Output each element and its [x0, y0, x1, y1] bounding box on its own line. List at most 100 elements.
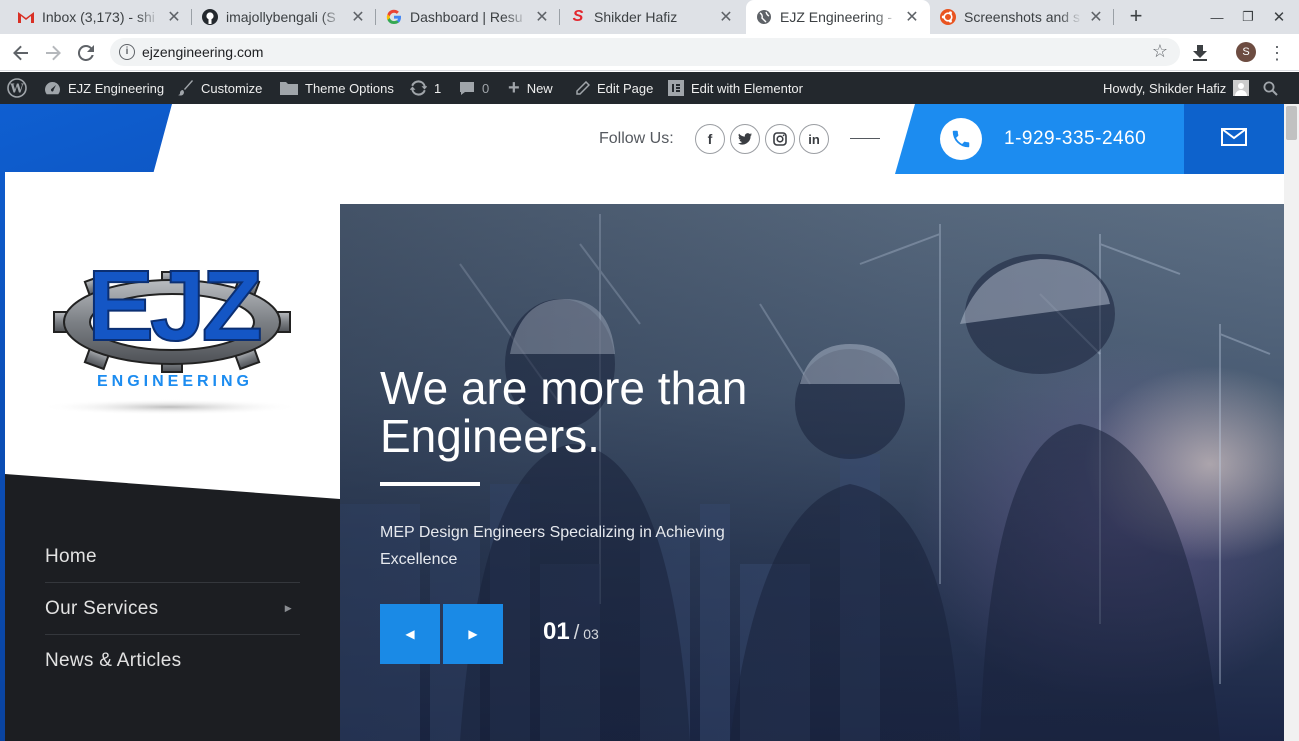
- download-icon[interactable]: [1186, 39, 1214, 67]
- scrollbar-thumb[interactable]: [1286, 106, 1297, 140]
- phone-number[interactable]: 1-929-335-2460: [1004, 128, 1146, 150]
- admin-edit-elementor-link[interactable]: Edit with Elementor: [668, 72, 803, 104]
- nav-item-home[interactable]: Home: [45, 531, 300, 583]
- close-icon[interactable]: ✕: [350, 7, 366, 27]
- forward-icon[interactable]: [39, 39, 67, 67]
- hero-subtitle: MEP Design Engineers Specializing in Ach…: [380, 524, 725, 568]
- admin-customize-label: Customize: [201, 80, 263, 96]
- hero-title: We are more than Engineers.: [380, 362, 748, 462]
- admin-edit-page-label: Edit Page: [597, 80, 654, 96]
- pencil-icon: [575, 80, 590, 96]
- slide-counter: 01/03: [543, 618, 599, 646]
- slide-total: 03: [583, 626, 599, 642]
- window-close-icon[interactable]: ✕: [1264, 0, 1294, 34]
- browser-tab-shikder[interactable]: S Shikder Hafiz ✕: [560, 0, 744, 34]
- admin-account-link[interactable]: Howdy, Shikder Hafiz: [1103, 72, 1250, 104]
- comment-bubble-icon: [459, 81, 475, 96]
- browser-tab-dashboard[interactable]: Dashboard | Resu ✕: [376, 0, 560, 34]
- url-text: ejzengineering.com: [142, 44, 264, 60]
- admin-theme-options-link[interactable]: Theme Options: [280, 72, 394, 104]
- admin-theme-options-label: Theme Options: [305, 80, 394, 96]
- instagram-icon[interactable]: [765, 124, 795, 154]
- plus-icon: +: [508, 76, 520, 99]
- hero-divider: [380, 482, 480, 486]
- address-bar[interactable]: i ejzengineering.com ☆: [110, 38, 1180, 66]
- close-icon[interactable]: ✕: [534, 7, 550, 27]
- new-tab-button[interactable]: +: [1124, 4, 1148, 30]
- admin-new-link[interactable]: + New: [508, 72, 553, 104]
- triangle-left-icon: ◀: [405, 627, 415, 641]
- minimize-icon[interactable]: —: [1202, 0, 1232, 34]
- nav-item-label: Our Services: [45, 597, 159, 619]
- logo-word: ENGINEERING: [97, 373, 253, 390]
- bookmark-star-icon[interactable]: ☆: [1152, 41, 1168, 62]
- follow-us-label: Follow Us:: [599, 130, 674, 147]
- admin-edit-elementor-label: Edit with Elementor: [691, 80, 803, 96]
- envelope-icon: [1221, 127, 1247, 151]
- logo-letters: EJZ: [87, 250, 260, 362]
- close-icon[interactable]: ✕: [718, 7, 734, 27]
- admin-search-icon[interactable]: [1263, 72, 1278, 104]
- admin-customize-link[interactable]: Customize: [178, 72, 262, 104]
- caret-right-icon: ▶: [284, 603, 292, 613]
- triangle-right-icon: ▶: [468, 627, 478, 641]
- phone-icon[interactable]: [940, 118, 982, 160]
- admin-comments-count: 0: [482, 80, 490, 96]
- nav-item-label: Home: [45, 545, 97, 567]
- tab-title: Screenshots and s: [964, 9, 1080, 25]
- globe-icon: [756, 9, 772, 25]
- tab-title: imajollybengali (S: [226, 9, 336, 25]
- browser-tab-ejz[interactable]: EJZ Engineering - ✕: [746, 0, 930, 34]
- admin-updates-count: 1: [434, 80, 442, 96]
- admin-new-label: New: [526, 80, 553, 96]
- slide-current: 01: [543, 618, 570, 645]
- refresh-icon: [410, 80, 427, 96]
- admin-updates-link[interactable]: 1: [410, 72, 441, 104]
- reload-icon[interactable]: [72, 39, 100, 67]
- profile-avatar[interactable]: S: [1236, 42, 1256, 62]
- linkedin-icon[interactable]: in: [799, 124, 829, 154]
- facebook-icon[interactable]: f: [695, 124, 725, 154]
- nav-item-news-articles[interactable]: News & Articles: [45, 635, 300, 687]
- tab-title: EJZ Engineering -: [780, 9, 893, 25]
- nav-item-our-services[interactable]: Our Services ▶: [45, 583, 300, 635]
- browser-tab-screenshots[interactable]: Screenshots and s ✕: [930, 0, 1114, 34]
- browser-tab-gmail[interactable]: Inbox (3,173) - shi ✕: [8, 0, 192, 34]
- browser-tab-github[interactable]: imajollybengali (S ✕: [192, 0, 376, 34]
- s-logo-icon: S: [572, 8, 584, 25]
- slide-separator: /: [573, 622, 580, 644]
- admin-site-label: EJZ Engineering: [68, 80, 165, 96]
- browser-toolbar: i ejzengineering.com ☆ S ⋮: [0, 34, 1299, 71]
- wp-admin-bar: W EJZ Engineering Customize Theme Option…: [0, 72, 1299, 104]
- page-scrollbar[interactable]: [1284, 104, 1299, 741]
- browser-tab-strip: Inbox (3,173) - shi ✕ imajollybengali (S…: [0, 0, 1299, 34]
- tab-title: Dashboard | Resu: [410, 9, 523, 25]
- slider-prev-button[interactable]: ◀: [380, 604, 440, 664]
- nav-item-label: News & Articles: [45, 650, 182, 671]
- admin-site-link[interactable]: EJZ Engineering: [44, 72, 164, 104]
- close-icon[interactable]: ✕: [904, 7, 920, 27]
- github-icon: [202, 9, 218, 25]
- twitter-icon[interactable]: [730, 124, 760, 154]
- gmail-icon: [18, 9, 34, 25]
- folder-icon: [280, 81, 298, 95]
- wordpress-logo-icon[interactable]: W: [7, 72, 27, 104]
- website-viewport: Follow Us: f in 1-929-335-2460 EJZ ENGIN…: [0, 104, 1284, 741]
- slider-next-button[interactable]: ▶: [443, 604, 503, 664]
- user-avatar-icon: [1233, 80, 1250, 96]
- svg-text:W: W: [9, 82, 24, 96]
- main-navigation: Home Our Services ▶ News & Articles: [5, 474, 340, 741]
- hero-slider: We are more than Engineers. MEP Design E…: [340, 204, 1284, 741]
- mail-button[interactable]: [1184, 104, 1284, 174]
- restore-icon[interactable]: ❐: [1233, 0, 1263, 34]
- info-icon[interactable]: i: [119, 44, 135, 60]
- ejz-engineering-logo[interactable]: EJZ ENGINEERING: [5, 172, 340, 502]
- google-icon: [386, 9, 402, 25]
- admin-edit-page-link[interactable]: Edit Page: [575, 72, 653, 104]
- back-icon[interactable]: [7, 39, 35, 67]
- close-icon[interactable]: ✕: [1088, 7, 1104, 27]
- menu-kebab-icon[interactable]: ⋮: [1263, 39, 1291, 67]
- close-icon[interactable]: ✕: [166, 7, 182, 27]
- tab-title: Inbox (3,173) - shi: [42, 9, 155, 25]
- admin-comments-link[interactable]: 0: [459, 72, 489, 104]
